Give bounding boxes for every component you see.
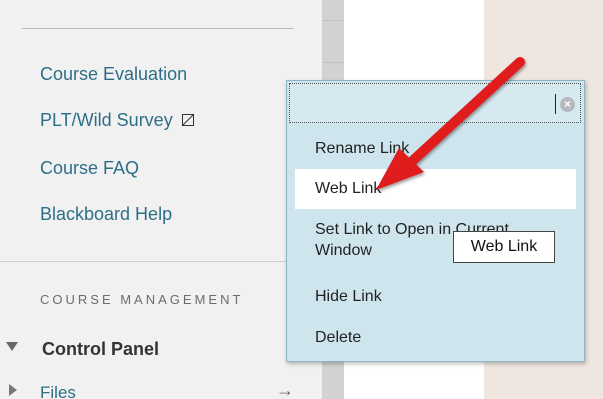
course-evaluation-label: Course Evaluation bbox=[40, 64, 188, 84]
course-evaluation-link[interactable]: Course Evaluation bbox=[40, 64, 187, 85]
strip-notch bbox=[322, 20, 344, 21]
hide-link-menu-item[interactable]: Hide Link bbox=[295, 286, 576, 307]
rename-link-label: Rename Link bbox=[315, 140, 410, 157]
plt-wild-survey-link[interactable]: PLT/Wild Survey bbox=[40, 110, 194, 131]
web-link-label: Web Link bbox=[315, 180, 382, 197]
course-faq-link[interactable]: Course FAQ bbox=[40, 158, 139, 179]
external-link-icon bbox=[181, 114, 194, 127]
section-divider bbox=[0, 261, 322, 262]
rename-input[interactable]: × bbox=[289, 83, 581, 123]
plt-wild-survey-label: PLT/Wild Survey bbox=[40, 110, 173, 130]
web-link-menu-item[interactable]: Web Link bbox=[295, 169, 576, 209]
delete-label: Delete bbox=[315, 329, 362, 346]
files-label: Files bbox=[40, 383, 76, 399]
caret-right-icon bbox=[9, 384, 17, 396]
hide-link-label: Hide Link bbox=[315, 288, 382, 305]
context-menu: × Rename Link Web Link Set Link to Open … bbox=[286, 80, 585, 362]
go-arrow-icon: → bbox=[276, 380, 294, 399]
course-faq-label: Course FAQ bbox=[40, 158, 140, 178]
rename-link-menu-item[interactable]: Rename Link bbox=[295, 138, 576, 159]
control-panel-toggle[interactable]: Control Panel bbox=[0, 336, 322, 362]
files-item[interactable]: Files → bbox=[0, 378, 322, 399]
text-caret bbox=[555, 94, 556, 114]
clear-icon[interactable]: × bbox=[560, 97, 575, 112]
blackboard-help-label: Blackboard Help bbox=[40, 204, 173, 224]
delete-menu-item[interactable]: Delete bbox=[295, 327, 576, 348]
blackboard-help-link[interactable]: Blackboard Help bbox=[40, 204, 172, 225]
course-menu: Course Evaluation PLT/Wild Survey Course… bbox=[0, 0, 322, 399]
control-panel-label: Control Panel bbox=[42, 339, 160, 359]
web-link-tooltip: Web Link bbox=[453, 231, 555, 263]
caret-down-icon bbox=[6, 342, 18, 351]
menu-divider bbox=[22, 28, 294, 29]
strip-notch bbox=[322, 62, 344, 63]
course-management-heading: COURSE MANAGEMENT bbox=[40, 292, 244, 307]
